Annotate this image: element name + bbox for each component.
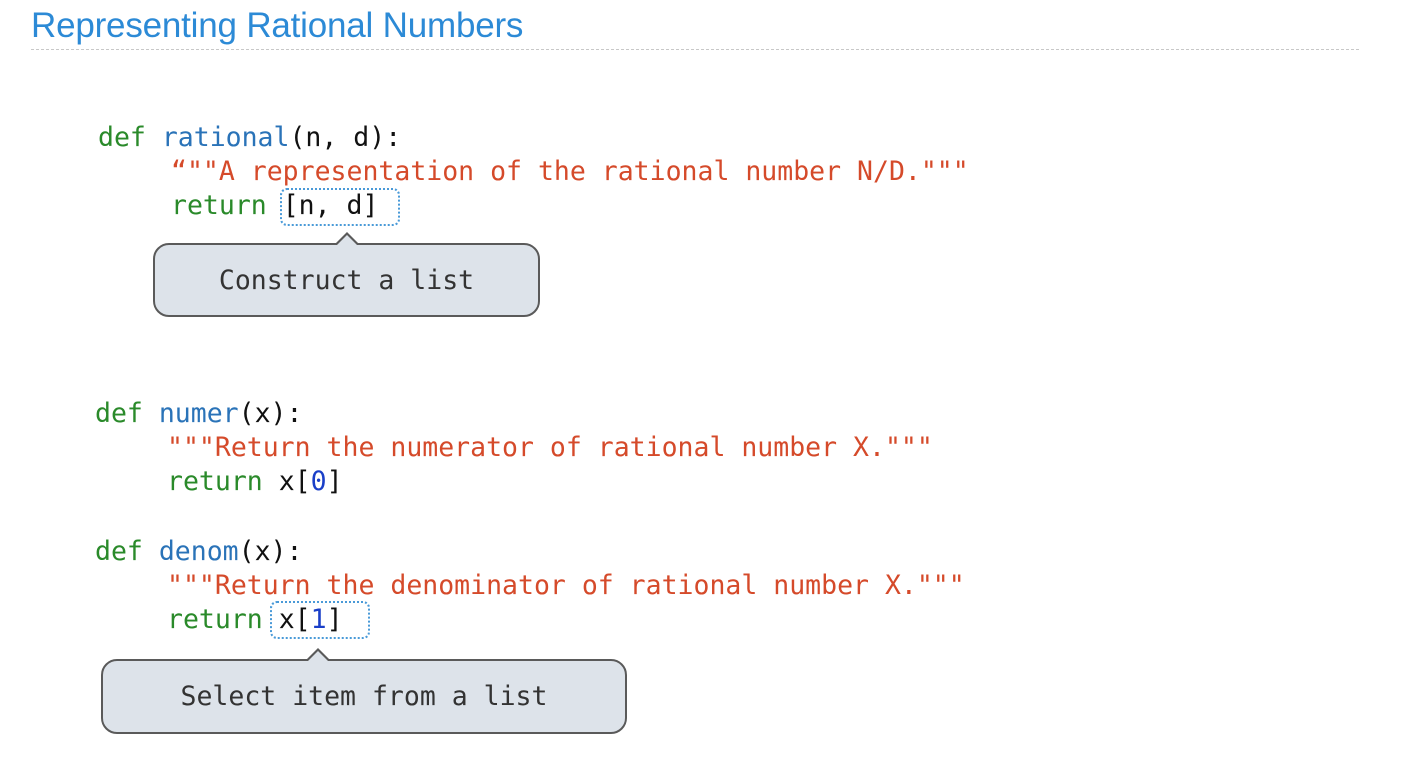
denom-function-name: denom bbox=[158, 536, 239, 567]
numer-return-prefix: x[ bbox=[278, 466, 311, 497]
construct-list-callout-text: Construct a list bbox=[218, 264, 475, 296]
denom-docstring-text: """Return the denominator of rational nu… bbox=[167, 570, 965, 601]
select-item-callout: Select item from a list bbox=[101, 659, 627, 734]
return-keyword: return bbox=[167, 466, 279, 497]
numer-return-suffix: ] bbox=[326, 466, 343, 497]
def-keyword: def bbox=[98, 122, 162, 153]
denom-signature: (x): bbox=[238, 536, 303, 567]
slide-title: Representing Rational Numbers bbox=[31, 6, 524, 45]
select-callout-pointer-fill bbox=[307, 651, 329, 662]
numer-docstring: """Return the numerator of rational numb… bbox=[167, 431, 933, 465]
list-select-highlight bbox=[270, 601, 370, 639]
denom-docstring: """Return the denominator of rational nu… bbox=[167, 569, 965, 603]
numer-index-number: 0 bbox=[310, 466, 327, 497]
rational-docstring-text: “""A representation of the rational numb… bbox=[171, 156, 969, 187]
numer-return-line: return x[0] bbox=[167, 465, 343, 499]
numer-docstring-text: """Return the numerator of rational numb… bbox=[167, 432, 933, 463]
numer-function-name: numer bbox=[158, 398, 239, 429]
denom-def-line: def denom(x): bbox=[95, 535, 302, 569]
return-keyword: return bbox=[167, 604, 279, 635]
title-divider bbox=[31, 49, 1359, 50]
rational-def-line: def rational(n, d): bbox=[98, 121, 401, 155]
list-construct-highlight bbox=[280, 188, 400, 226]
def-keyword: def bbox=[95, 398, 159, 429]
def-keyword: def bbox=[95, 536, 159, 567]
construct-list-callout: Construct a list bbox=[153, 243, 540, 317]
construct-callout-pointer-fill bbox=[336, 235, 358, 246]
rational-function-name: rational bbox=[161, 122, 290, 153]
numer-def-line: def numer(x): bbox=[95, 397, 302, 431]
numer-signature: (x): bbox=[238, 398, 303, 429]
select-item-callout-text: Select item from a list bbox=[180, 681, 548, 712]
rational-signature: (n, d): bbox=[289, 122, 402, 153]
return-keyword: return bbox=[171, 190, 283, 221]
rational-docstring: “""A representation of the rational numb… bbox=[171, 155, 969, 189]
